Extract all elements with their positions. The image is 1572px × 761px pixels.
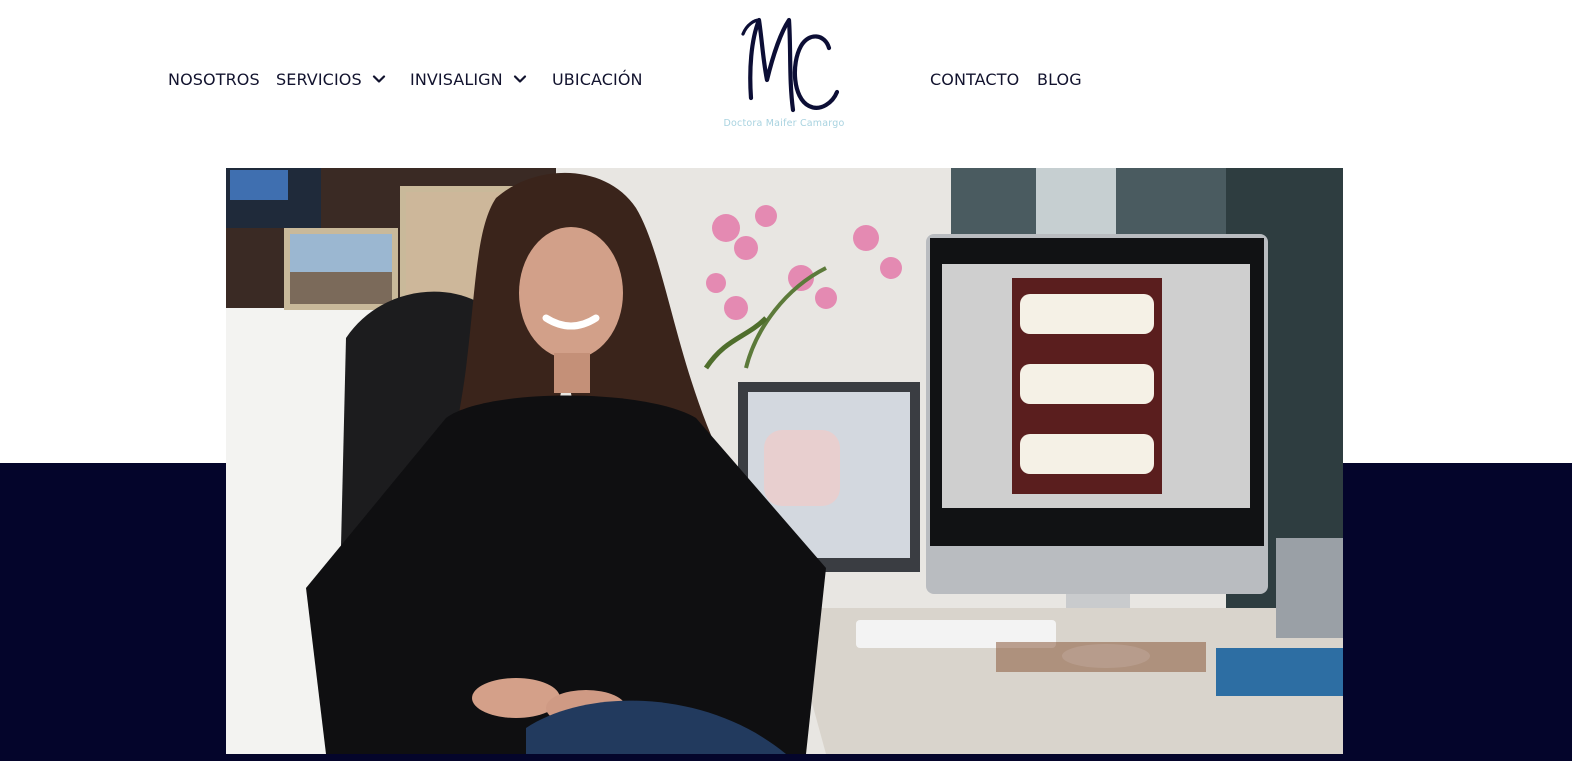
nav-invisalign[interactable]: INVISALIGN [410, 66, 528, 92]
nav-ubicacion-label: UBICACIÓN [552, 69, 643, 89]
nav-contacto-label: CONTACTO [930, 69, 1020, 89]
nav-nosotros-label: NOSOTROS [168, 69, 260, 89]
hero-photo [226, 168, 1343, 754]
nav-blog-label: BLOG [1037, 69, 1082, 89]
nav-servicios-label: SERVICIOS [276, 69, 362, 89]
logo-caption: Doctora Maifer Camargo [723, 118, 845, 129]
chevron-down-icon[interactable] [371, 71, 387, 87]
nav-nosotros[interactable]: NOSOTROS [168, 66, 260, 92]
nav-ubicacion[interactable]: UBICACIÓN [552, 66, 643, 92]
site-logo[interactable]: Doctora Maifer Camargo [718, 10, 850, 142]
mc-monogram-icon [741, 17, 839, 113]
portrait-photo-icon [226, 168, 1343, 754]
page: NOSOTROS SERVICIOS INVISALIGN UBICACIÓN … [0, 0, 1572, 761]
chevron-down-icon[interactable] [512, 71, 528, 87]
nav-invisalign-label: INVISALIGN [410, 69, 503, 89]
nav-servicios[interactable]: SERVICIOS [276, 66, 387, 92]
nav-blog[interactable]: BLOG [1037, 66, 1082, 92]
nav-contacto[interactable]: CONTACTO [930, 66, 1019, 92]
